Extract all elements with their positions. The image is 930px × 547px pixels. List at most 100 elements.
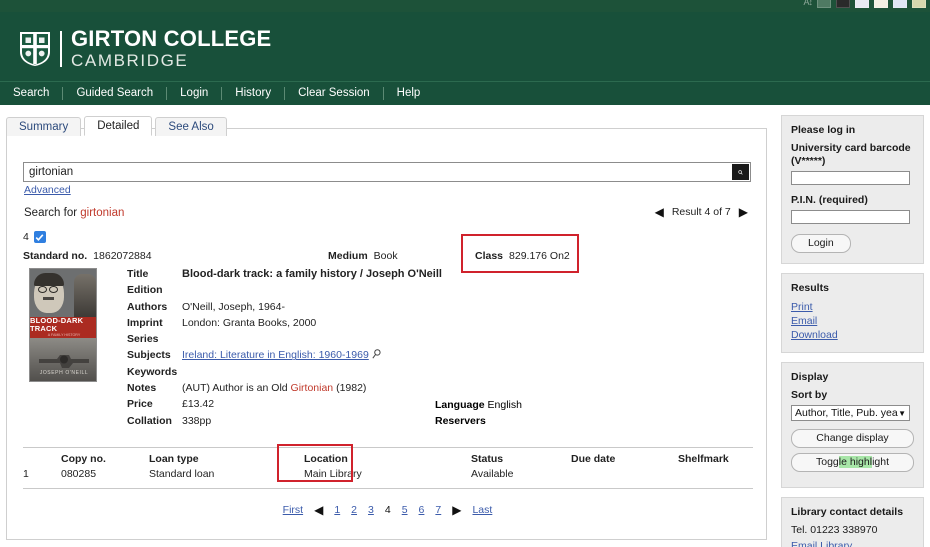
- print-link[interactable]: Print: [791, 300, 914, 314]
- color-swatch[interactable]: [874, 0, 888, 8]
- nav-item-clear-session[interactable]: Clear Session: [285, 82, 383, 105]
- search-for-term: girtonian: [80, 207, 124, 219]
- email-link[interactable]: Email: [791, 314, 914, 328]
- color-swatch[interactable]: [893, 0, 907, 8]
- main-navigation: Search Guided Search Login History Clear…: [0, 81, 930, 105]
- change-display-button[interactable]: Change display: [791, 429, 914, 448]
- search-button[interactable]: [732, 164, 749, 180]
- color-swatch[interactable]: [817, 0, 831, 8]
- field-label: Authors: [127, 301, 182, 313]
- brand-name: GIRTON COLLEGE: [71, 28, 271, 50]
- revolver-icon: [36, 350, 92, 370]
- nav-item-help[interactable]: Help: [384, 82, 434, 105]
- search-for-label: Search for girtonian: [24, 207, 124, 219]
- chevron-down-icon: ▼: [898, 409, 906, 418]
- column-header-shelfmark: Shelfmark: [678, 453, 729, 465]
- pager-next-button[interactable]: ▶: [452, 503, 461, 517]
- field-value: Blood-dark track: a family history / Jos…: [182, 268, 442, 280]
- nav-item-login[interactable]: Login: [167, 82, 221, 105]
- field-label: Reservers: [435, 415, 486, 427]
- pager-previous-button[interactable]: ◀: [314, 503, 323, 517]
- color-swatch[interactable]: [836, 0, 850, 8]
- field-value: O'Neill, Joseph, 1964-: [182, 301, 285, 313]
- site-header: GIRTON COLLEGE CAMBRIDGE Search Guided S…: [0, 12, 930, 105]
- search-input[interactable]: [23, 162, 751, 182]
- cover-glasses-left: [38, 286, 47, 293]
- font-size-icon[interactable]: A↕: [803, 0, 812, 8]
- login-card: Please log in University card barcode (V…: [781, 115, 924, 264]
- field-language: Language English: [435, 399, 522, 415]
- display-card: Display Sort by Author, Title, Pub. year…: [781, 362, 924, 488]
- sort-by-value: Author, Title, Pub. year: [795, 407, 898, 419]
- tab-summary[interactable]: Summary: [6, 117, 81, 136]
- field-value: £13.42: [182, 398, 214, 410]
- download-link[interactable]: Download: [791, 328, 914, 342]
- pager-first[interactable]: First: [283, 504, 303, 516]
- field-label: Language: [435, 399, 485, 411]
- sort-by-select[interactable]: Author, Title, Pub. year ▼: [791, 405, 910, 421]
- tab-see-also[interactable]: See Also: [155, 117, 226, 136]
- nav-item-history[interactable]: History: [222, 82, 284, 105]
- cover-title-band: BLOOD-DARK TRACK A FAMILY HISTORY: [30, 317, 97, 338]
- record-view-tabs: Summary Detailed See Also: [6, 118, 767, 136]
- opac-detailed-record-page: A↕ GIRTON COLLEGE CAMB: [0, 0, 930, 547]
- note-highlight: Girtonian: [291, 382, 334, 394]
- field-label: Collation: [127, 415, 182, 427]
- cover-lower-photo: JOSEPH O'NEILL: [30, 338, 97, 382]
- pager-page-1[interactable]: 1: [334, 504, 340, 516]
- subject-link[interactable]: Ireland: Literature in English: 1960-196…: [182, 349, 369, 361]
- subject-search-icon[interactable]: [372, 349, 381, 362]
- field-label: Keywords: [127, 366, 182, 378]
- advanced-search-link[interactable]: Advanced: [24, 184, 71, 196]
- barcode-label: University card barcode (V*****): [791, 142, 914, 168]
- color-swatch[interactable]: [912, 0, 926, 8]
- check-icon: [35, 233, 44, 242]
- record-number: 4: [23, 231, 29, 243]
- barcode-input[interactable]: [791, 171, 910, 185]
- pager-last[interactable]: Last: [472, 504, 492, 516]
- toggle-highlight-button[interactable]: Toggle highlight: [791, 453, 914, 472]
- field-label: Edition: [127, 284, 182, 296]
- class-label: Class: [475, 250, 503, 262]
- pager-page-5[interactable]: 5: [402, 504, 408, 516]
- tab-detailed[interactable]: Detailed: [84, 116, 152, 136]
- column-header-due-date: Due date: [571, 453, 615, 465]
- table-bottom-rule: [23, 488, 753, 489]
- pager-page-6[interactable]: 6: [419, 504, 425, 516]
- table-top-rule: [23, 447, 753, 448]
- telephone-line: Tel. 01223 338970: [791, 524, 914, 536]
- medium-field: MediumBook: [328, 250, 398, 262]
- field-label: Price: [127, 398, 182, 410]
- pager-page-7[interactable]: 7: [435, 504, 441, 516]
- record-checkbox[interactable]: [34, 231, 46, 243]
- column-header-copy-no: Copy no.: [61, 453, 106, 465]
- nav-item-guided-search[interactable]: Guided Search: [63, 82, 166, 105]
- cell-location: Main Library: [304, 468, 362, 480]
- cover-photo: [30, 269, 97, 317]
- color-swatch[interactable]: [855, 0, 869, 8]
- field-edition: Edition: [127, 284, 557, 300]
- record-right-fields: Language English Reservers: [435, 399, 522, 432]
- pin-label: P.I.N. (required): [791, 194, 914, 207]
- table-row: 1 080285 Standard loan Main Library Avai…: [23, 468, 753, 483]
- next-result-button[interactable]: ▶: [739, 206, 748, 218]
- field-reservers: Reservers: [435, 415, 522, 431]
- field-notes: Notes (AUT) Author is an Old Girtonian (…: [127, 382, 557, 398]
- brand-divider: [60, 31, 62, 67]
- login-button[interactable]: Login: [791, 234, 851, 253]
- record-select-row: 4: [23, 231, 46, 243]
- girton-college-crest-icon: [18, 30, 52, 68]
- nav-item-search[interactable]: Search: [0, 82, 62, 105]
- email-library-link[interactable]: Email Library: [791, 539, 914, 547]
- field-label: Subjects: [127, 349, 182, 361]
- pager-page-3[interactable]: 3: [368, 504, 374, 516]
- display-card-title: Display: [791, 371, 914, 383]
- pin-input[interactable]: [791, 210, 910, 224]
- cover-figure: [74, 274, 96, 317]
- toggle-post: ight: [872, 456, 889, 468]
- field-title: Title Blood-dark track: a family history…: [127, 268, 557, 284]
- search-icon: [738, 167, 743, 178]
- pager-page-2[interactable]: 2: [351, 504, 357, 516]
- previous-result-button[interactable]: ◀: [655, 206, 664, 218]
- column-header-loan-type: Loan type: [149, 453, 199, 465]
